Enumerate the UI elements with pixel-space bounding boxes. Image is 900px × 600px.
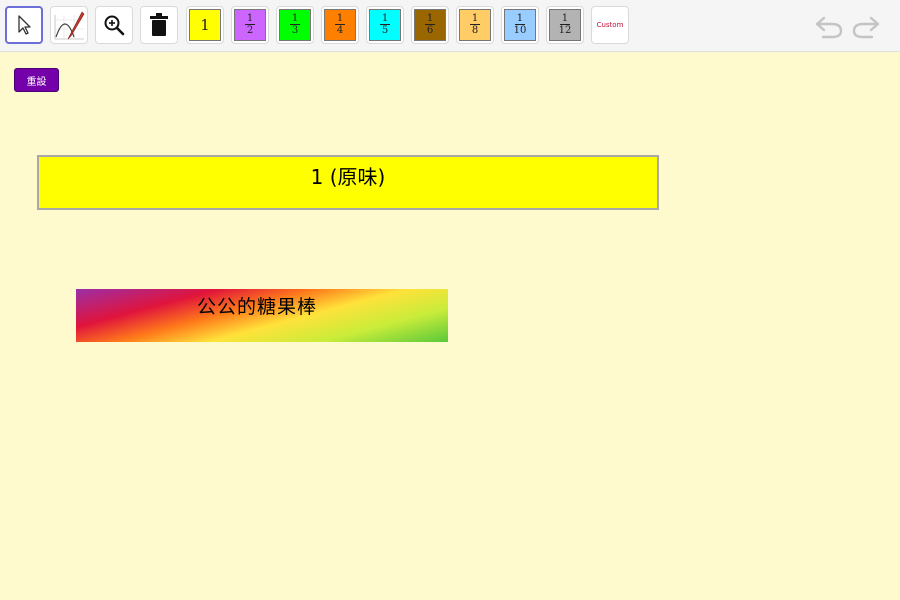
- swatch-half-button[interactable]: 12: [231, 6, 269, 44]
- custom-swatch-button[interactable]: Custom: [591, 6, 629, 44]
- swatch-numerator: 1: [559, 13, 571, 25]
- swatch-numerator: 1: [469, 13, 481, 25]
- swatch-eighth-button[interactable]: 18: [456, 6, 494, 44]
- swatch-numerator: 1: [334, 13, 346, 25]
- swatch-denominator: 5: [381, 25, 389, 36]
- swatch-third-button[interactable]: 13: [276, 6, 314, 44]
- swatch-tenth: 1 10: [504, 9, 536, 41]
- whole-bar[interactable]: 1 (原味): [37, 155, 659, 210]
- swatch-twelfth-button[interactable]: 1 12: [546, 6, 584, 44]
- swatch-denominator: 3: [291, 25, 299, 36]
- swatch-1: 1: [189, 9, 221, 41]
- swatch-twelfth: 1 12: [549, 9, 581, 41]
- swatch-eighth: 18: [459, 9, 491, 41]
- swatch-denominator: 4: [336, 25, 344, 36]
- swatch-sixth: 16: [414, 9, 446, 41]
- undo-icon[interactable]: [814, 14, 844, 40]
- whole-bar-label: 1 (原味): [310, 165, 386, 189]
- swatch-third: 13: [279, 9, 311, 41]
- swatch-1-button[interactable]: 1: [186, 6, 224, 44]
- reset-button[interactable]: 重設: [14, 68, 59, 92]
- swatch-fifth: 15: [369, 9, 401, 41]
- zoom-in-icon: [104, 15, 125, 36]
- swatch-denominator: 12: [558, 25, 572, 36]
- pen-tool-button[interactable]: [50, 6, 88, 44]
- swatch-numerator: 1: [289, 13, 301, 25]
- swatch-denominator: 6: [426, 25, 434, 36]
- swatch-tenth-button[interactable]: 1 10: [501, 6, 539, 44]
- swatch-label: 1: [200, 15, 210, 34]
- swatch-quarter: 14: [324, 9, 356, 41]
- delete-tool-button[interactable]: [140, 6, 178, 44]
- pen-graph-icon: [54, 11, 85, 40]
- swatch-sixth-button[interactable]: 16: [411, 6, 449, 44]
- zoom-tool-button[interactable]: [95, 6, 133, 44]
- swatch-numerator: 1: [379, 13, 391, 25]
- move-tool-button[interactable]: [5, 6, 43, 44]
- redo-icon[interactable]: [851, 14, 881, 40]
- candy-bar-label: 公公的糖果棒: [197, 296, 318, 318]
- swatch-half: 12: [234, 9, 266, 41]
- swatch-numerator: 1: [514, 13, 526, 25]
- swatch-numerator: 1: [424, 13, 436, 25]
- swatch-denominator: 8: [471, 25, 479, 36]
- custom-label: Custom: [596, 21, 624, 29]
- cursor-arrow-icon: [18, 15, 31, 35]
- trash-icon: [150, 13, 168, 36]
- swatch-denominator: 2: [246, 25, 254, 36]
- candy-bar[interactable]: 公公的糖果棒: [76, 289, 448, 342]
- swatch-denominator: 10: [513, 25, 527, 36]
- toolbar: 1 12 13 14 15 16 18 1 10 1 12 Custom: [0, 0, 900, 52]
- swatch-quarter-button[interactable]: 14: [321, 6, 359, 44]
- swatch-fifth-button[interactable]: 15: [366, 6, 404, 44]
- swatch-numerator: 1: [244, 13, 256, 25]
